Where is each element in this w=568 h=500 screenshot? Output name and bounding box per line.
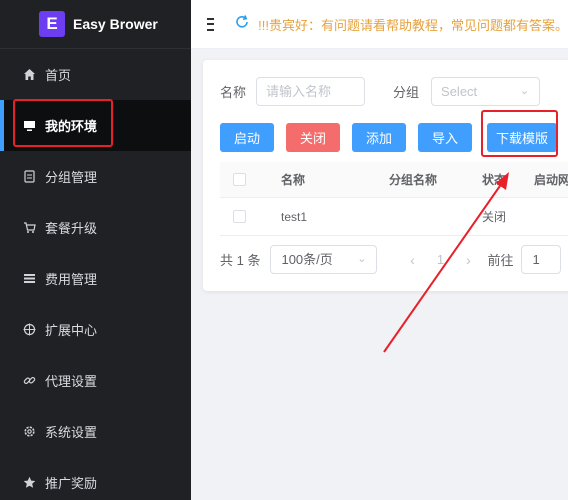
brand: E Easy Brower [0,0,191,49]
group-select-placeholder: Select [441,84,478,99]
gear-icon [22,425,36,439]
row-status: 关闭 [482,210,507,224]
page-size-select[interactable]: 100条/页 ⌄ [270,245,378,274]
sidebar-item-label: 套餐升级 [45,221,98,236]
sidebar-item-system-settings[interactable]: 系统设置 [0,406,191,457]
import-button[interactable]: 导入 [418,123,472,152]
sidebar-item-referral-rewards[interactable]: 推广奖励 [0,457,191,500]
document-icon [22,170,36,184]
download-template-button[interactable]: 下载模版 [487,123,557,152]
current-page[interactable]: 1 [426,252,454,267]
link-icon [22,374,36,388]
environment-table: 名称 分组名称 状态 启动网 test1 关闭 [220,162,568,236]
header-launch: 启动网 [534,173,568,187]
brand-name: Easy Brower [73,16,158,32]
pagination-total: 共 1 条 [220,253,261,268]
sidebar-item-home[interactable]: 首页 [0,49,191,100]
header-group: 分组名称 [389,173,438,187]
sidebar-item-my-environment[interactable]: 我的环境 [0,100,191,151]
group-label: 分组 [393,85,420,100]
list-icon [22,272,36,286]
environment-card: 名称 请输入名称 分组 Select ⌄ 启动 关闭 添加 导入 下载模版 名称… [203,60,568,291]
sidebar-item-label: 分组管理 [45,170,98,185]
menu-toggle-icon[interactable] [207,17,215,31]
chevron-down-icon: ⌄ [357,253,367,265]
crosshair-icon [22,323,36,337]
close-button[interactable]: 关闭 [286,123,340,152]
sidebar-item-label: 系统设置 [45,425,98,440]
sidebar-menu: 首页 我的环境 分组管理 套餐升级 费用管理 扩展中心 代理设置 系统设置 推广… [0,49,191,500]
toolbar: 启动 关闭 添加 导入 下载模版 [220,123,568,152]
header-status: 状态 [482,173,507,187]
brand-logo: E [39,11,65,37]
sidebar-item-label: 费用管理 [45,272,98,287]
home-icon [22,68,36,82]
notice-text: !!!贵宾好：有问题请看帮助教程，常见问题都有答案。 [258,17,568,33]
table-header: 名称 分组名称 状态 启动网 [220,162,568,198]
name-search-input[interactable]: 请输入名称 [256,77,366,106]
sidebar-item-group-management[interactable]: 分组管理 [0,151,191,202]
refresh-icon[interactable] [234,14,250,35]
name-label: 名称 [220,85,247,100]
chevron-down-icon: ⌄ [519,85,530,97]
pagination: 共 1 条 100条/页 ⌄ ‹ 1 › 前往 1 [220,245,568,274]
sidebar: E Easy Brower 首页 我的环境 分组管理 套餐升级 费用管理 扩展中… [0,0,191,500]
goto-label: 前往 [487,253,514,268]
monitor-icon [22,119,36,133]
sidebar-item-label: 推广奖励 [45,476,98,491]
sidebar-item-label: 我的环境 [45,119,98,134]
add-button[interactable]: 添加 [352,123,406,152]
sidebar-item-plan-upgrade[interactable]: 套餐升级 [0,202,191,253]
start-button[interactable]: 启动 [220,123,274,152]
row-name: test1 [281,209,308,224]
row-checkbox[interactable] [233,210,246,223]
sidebar-item-label: 扩展中心 [45,323,98,338]
star-icon [22,476,36,490]
table-row[interactable]: test1 关闭 [220,198,568,236]
header-name: 名称 [281,173,306,187]
sidebar-item-label: 代理设置 [45,374,98,389]
select-all-checkbox[interactable] [233,173,246,186]
goto-page-input[interactable]: 1 [521,245,562,274]
sidebar-item-billing[interactable]: 费用管理 [0,253,191,304]
top-header: !!!贵宾好：有问题请看帮助教程，常见问题都有答案。 [191,0,568,49]
cart-icon [22,221,36,235]
sidebar-item-proxy-settings[interactable]: 代理设置 [0,355,191,406]
search-form: 名称 请输入名称 分组 Select ⌄ [220,77,568,106]
page-size-value: 100条/页 [281,252,333,267]
group-select[interactable]: Select ⌄ [431,77,541,106]
next-page-icon[interactable]: › [454,252,482,268]
sidebar-item-extension-center[interactable]: 扩展中心 [0,304,191,355]
sidebar-item-label: 首页 [45,68,72,83]
prev-page-icon[interactable]: ‹ [398,252,426,268]
